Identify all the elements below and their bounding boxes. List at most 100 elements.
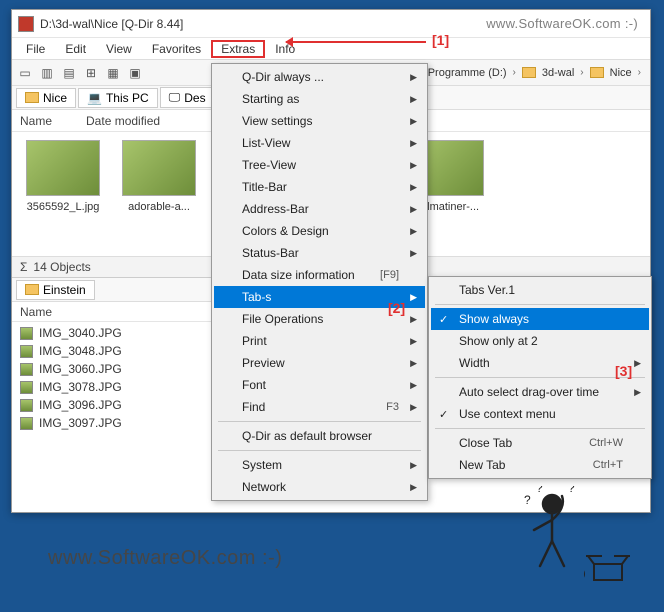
column-date[interactable]: Date modified — [86, 114, 160, 128]
bottom-watermark: www.SoftwareOK.com :-) — [48, 547, 282, 570]
menu-item[interactable]: Status-Bar ▶ — [214, 242, 425, 264]
submenu-arrow-icon: ▶ — [410, 248, 417, 259]
menu-item[interactable]: Tabs Ver.1 — [431, 279, 649, 301]
tab-einstein[interactable]: Einstein — [16, 280, 95, 300]
check-icon: ✓ — [439, 408, 448, 421]
menu-file[interactable]: File — [16, 40, 55, 58]
menu-item[interactable]: Tree-View▶ — [214, 154, 425, 176]
menu-item[interactable]: List-View ▶ — [214, 132, 425, 154]
menu-extras[interactable]: Extras — [211, 40, 265, 58]
toolbar-button[interactable]: ▤ — [59, 63, 79, 83]
menu-item-label: System — [242, 458, 282, 472]
menu-favorites[interactable]: Favorites — [142, 40, 211, 58]
image-file-icon — [20, 345, 33, 358]
menu-item-label: Find — [242, 400, 265, 414]
submenu-arrow-icon: ▶ — [410, 116, 417, 127]
box-doodle — [584, 546, 646, 588]
submenu-arrow-icon: ▶ — [410, 380, 417, 391]
menu-item-label: Tabs Ver.1 — [459, 283, 515, 297]
status-text: 14 Objects — [33, 260, 90, 274]
submenu-arrow-icon: ▶ — [410, 182, 417, 193]
chevron-right-icon: › — [638, 67, 641, 78]
file-name: IMG_3078.JPG — [39, 380, 122, 394]
menu-shortcut: Ctrl+T — [593, 459, 623, 471]
menu-view[interactable]: View — [96, 40, 142, 58]
check-icon: ✓ — [439, 313, 448, 326]
menu-item-label: Title-Bar — [242, 180, 287, 194]
thumbnail-label: adorable-a... — [119, 201, 199, 213]
tab-des[interactable]: 🖵Des — [160, 87, 215, 108]
menu-item[interactable]: Use context menu✓ — [431, 403, 649, 425]
pc-icon: 💻 — [87, 91, 102, 105]
menu-item-label: Address-Bar — [242, 202, 309, 216]
menu-item[interactable]: New Tab Ctrl+T — [431, 454, 649, 476]
submenu-arrow-icon: ▶ — [410, 336, 417, 347]
breadcrumb-item[interactable]: 3d-wal — [542, 67, 574, 79]
breadcrumb[interactable]: Programme (D:) › 3d-wal › Nice › — [408, 67, 647, 79]
tab-label: Einstein — [43, 283, 86, 297]
chevron-right-icon: › — [513, 67, 516, 78]
thumbnail-item[interactable]: 3565592_L.jpg — [22, 140, 104, 248]
menu-item-label: Print — [242, 334, 267, 348]
submenu-arrow-icon: ▶ — [410, 138, 417, 149]
menu-item-label: Status-Bar — [242, 246, 299, 260]
menu-item[interactable]: Address-Bar▶ — [214, 198, 425, 220]
breadcrumb-item[interactable]: Nice — [610, 67, 632, 79]
folder-icon — [25, 284, 39, 295]
tab-label: Des — [184, 91, 205, 105]
menu-item-label: File Operations — [242, 312, 323, 326]
menu-item[interactable]: FindF3▶ — [214, 396, 425, 418]
callout-3: [3] — [615, 363, 632, 379]
breadcrumb-item[interactable]: Programme (D:) — [428, 67, 507, 79]
menu-item[interactable]: Starting as▶ — [214, 88, 425, 110]
menu-item[interactable]: Show only at 2 — [431, 330, 649, 352]
submenu-arrow-icon: ▶ — [410, 314, 417, 325]
image-file-icon — [20, 417, 33, 430]
chevron-right-icon: › — [580, 67, 583, 78]
stickman-doodle: ? ? ? — [522, 486, 582, 574]
menu-item[interactable]: Font▶ — [214, 374, 425, 396]
menu-item[interactable]: Title-Bar ▶ — [214, 176, 425, 198]
submenu-arrow-icon: ▶ — [410, 460, 417, 471]
menu-item[interactable]: Auto select drag-over time▶ — [431, 381, 649, 403]
menu-edit[interactable]: Edit — [55, 40, 96, 58]
toolbar-button[interactable]: ▦ — [103, 63, 123, 83]
toolbar-button[interactable]: ▥ — [37, 63, 57, 83]
column-name[interactable]: Name — [20, 305, 52, 319]
tab-nice[interactable]: Nice — [16, 88, 76, 108]
menu-separator — [218, 421, 421, 422]
menu-item[interactable]: Preview▶ — [214, 352, 425, 374]
menu-item-label: New Tab — [459, 458, 505, 472]
submenu-arrow-icon: ▶ — [634, 387, 641, 398]
toolbar-button[interactable]: ⊞ — [81, 63, 101, 83]
image-file-icon — [20, 381, 33, 394]
tab-thispc[interactable]: 💻This PC — [78, 88, 158, 108]
menu-item[interactable]: Network▶ — [214, 476, 425, 498]
menu-item[interactable]: Data size information[F9] — [214, 264, 425, 286]
menu-item[interactable]: Q-Dir always ...▶ — [214, 66, 425, 88]
desktop-icon: 🖵 — [169, 90, 181, 105]
menu-item-label: Data size information — [242, 268, 355, 282]
callout-arrow — [286, 41, 426, 43]
column-name[interactable]: Name — [20, 114, 52, 128]
menu-item[interactable]: Colors & Design▶ — [214, 220, 425, 242]
image-thumbnail — [122, 140, 196, 196]
menu-item[interactable]: Close TabCtrl+W — [431, 432, 649, 454]
menu-separator — [435, 428, 645, 429]
menu-item[interactable]: View settings▶ — [214, 110, 425, 132]
thumbnail-item[interactable]: adorable-a... — [118, 140, 200, 248]
menu-item-label: List-View — [242, 136, 290, 150]
file-name: IMG_3096.JPG — [39, 398, 122, 412]
menu-item[interactable]: Print ▶ — [214, 330, 425, 352]
image-file-icon — [20, 327, 33, 340]
file-name: IMG_3048.JPG — [39, 344, 122, 358]
extras-menu: Q-Dir always ...▶Starting as▶View settin… — [211, 63, 428, 501]
menu-item-label: Show only at 2 — [459, 334, 538, 348]
toolbar-button[interactable]: ▣ — [125, 63, 145, 83]
menu-item-label: Q-Dir always ... — [242, 70, 324, 84]
menu-item-label: Close Tab — [459, 436, 512, 450]
toolbar-button[interactable]: ▭ — [15, 63, 35, 83]
menu-item[interactable]: Q-Dir as default browser — [214, 425, 425, 447]
menu-item[interactable]: Show always✓ — [431, 308, 649, 330]
menu-item[interactable]: System ▶ — [214, 454, 425, 476]
